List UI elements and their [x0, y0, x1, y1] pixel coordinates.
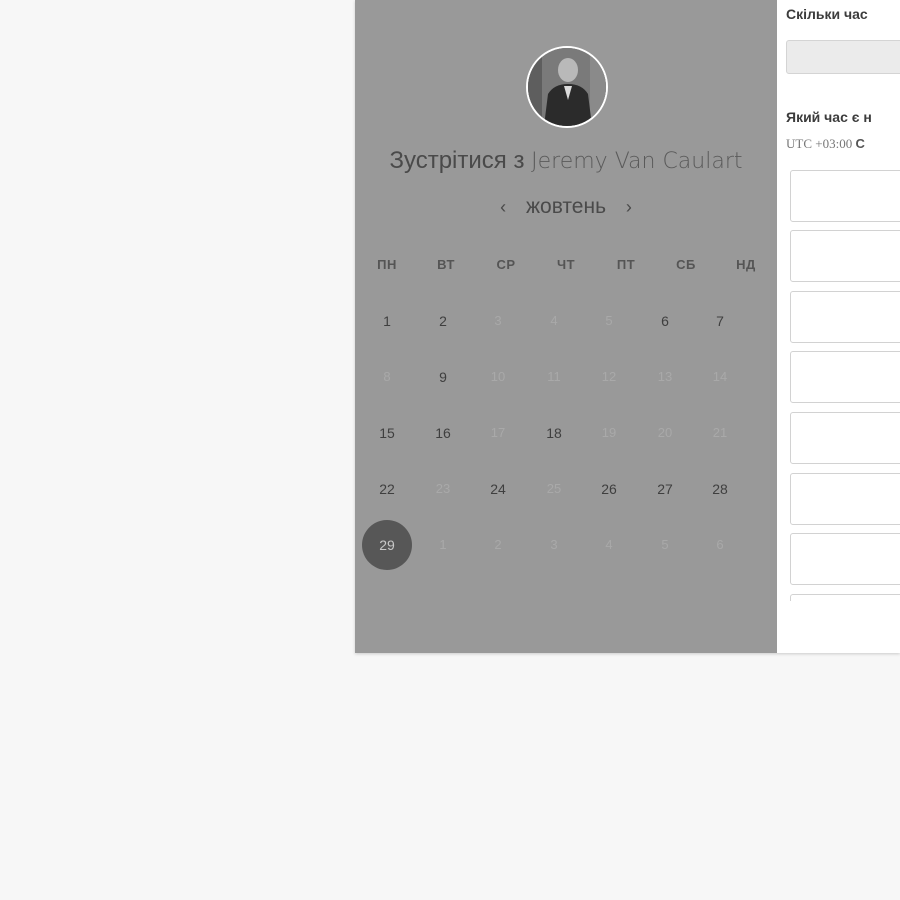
host-name: Jeremy Van Caulart: [531, 149, 743, 174]
host-avatar: [526, 46, 608, 128]
calendar-day: 19: [601, 425, 617, 440]
calendar-day: 5: [661, 537, 669, 552]
calendar-day: 11: [547, 369, 561, 384]
calendar-day: 12: [601, 369, 617, 384]
calendar-day[interactable]: 26: [589, 479, 629, 499]
weekday-sat: СБ: [676, 257, 696, 272]
calendar-day: 25: [546, 481, 562, 496]
duration-label: Скільки час: [786, 6, 868, 22]
time-slot[interactable]: [790, 594, 900, 601]
month-label: жовтень: [525, 195, 607, 218]
calendar-day: 3: [550, 537, 558, 552]
calendar-day: 20: [657, 425, 673, 440]
calendar-day: 23: [435, 481, 451, 496]
weekday-tue: ВТ: [437, 257, 455, 272]
calendar-day: 14: [712, 369, 728, 384]
calendar-day[interactable]: 6: [645, 311, 685, 331]
calendar-day: 4: [550, 313, 558, 328]
time-slot[interactable]: [790, 351, 900, 403]
calendar-panel: Зустрітися з Jeremy Van Caulart ‹ жовтен…: [355, 0, 777, 653]
calendar-day: 5: [605, 313, 613, 328]
calendar-day[interactable]: 22: [367, 479, 407, 499]
time-slot[interactable]: [790, 170, 900, 222]
calendar-day: 21: [712, 425, 728, 440]
calendar-day: 3: [494, 313, 502, 328]
time-slot[interactable]: [790, 533, 900, 585]
calendar-day: 13: [657, 369, 673, 384]
calendar-day[interactable]: 2: [423, 311, 463, 331]
calendar-day[interactable]: 15: [367, 423, 407, 443]
calendar-day: 6: [716, 537, 724, 552]
timezone-name: C: [855, 136, 865, 151]
booking-form-panel: Скільки час Який час є н UTC +03:00 C: [777, 0, 900, 653]
calendar-day[interactable]: 9: [423, 367, 463, 387]
prev-month-icon[interactable]: ‹: [490, 197, 516, 218]
calendar-day-selected[interactable]: 29: [362, 520, 412, 570]
weekday-wed: СР: [496, 257, 516, 272]
calendar-day: 17: [490, 425, 506, 440]
time-slot[interactable]: [790, 291, 900, 343]
page-title: Зустрітися з Jeremy Van Caulart: [355, 147, 777, 175]
calendar-day: 8: [383, 369, 391, 384]
time-slot[interactable]: [790, 412, 900, 464]
calendar-day: 2: [494, 537, 502, 552]
duration-select[interactable]: [786, 40, 900, 74]
host-photo: [528, 48, 606, 126]
month-navigation: ‹ жовтень ›: [355, 195, 777, 219]
time-slot[interactable]: [790, 473, 900, 525]
weekday-mon: ПН: [377, 257, 397, 272]
timezone-offset: UTC +03:00: [786, 136, 853, 151]
booking-card: Зустрітися з Jeremy Van Caulart ‹ жовтен…: [355, 0, 900, 653]
calendar-day[interactable]: 7: [700, 311, 740, 331]
weekday-sun: НД: [736, 257, 756, 272]
weekday-thu: ЧТ: [556, 257, 576, 272]
calendar-day[interactable]: 1: [367, 311, 407, 331]
calendar-day: 1: [439, 537, 447, 552]
calendar-day: 4: [605, 537, 613, 552]
time-slot[interactable]: [790, 230, 900, 282]
timezone-display[interactable]: UTC +03:00 C: [786, 136, 865, 152]
calendar-day: 10: [490, 369, 506, 384]
next-month-icon[interactable]: ›: [616, 197, 642, 218]
calendar-day[interactable]: 16: [423, 423, 463, 443]
calendar-day[interactable]: 24: [478, 479, 518, 499]
title-prefix: Зустрітися з: [389, 147, 525, 174]
weekday-fri: ПТ: [616, 257, 636, 272]
calendar-day[interactable]: 18: [534, 423, 574, 443]
time-label: Який час є н: [786, 109, 872, 125]
calendar-day[interactable]: 27: [645, 479, 685, 499]
calendar-day[interactable]: 28: [700, 479, 740, 499]
